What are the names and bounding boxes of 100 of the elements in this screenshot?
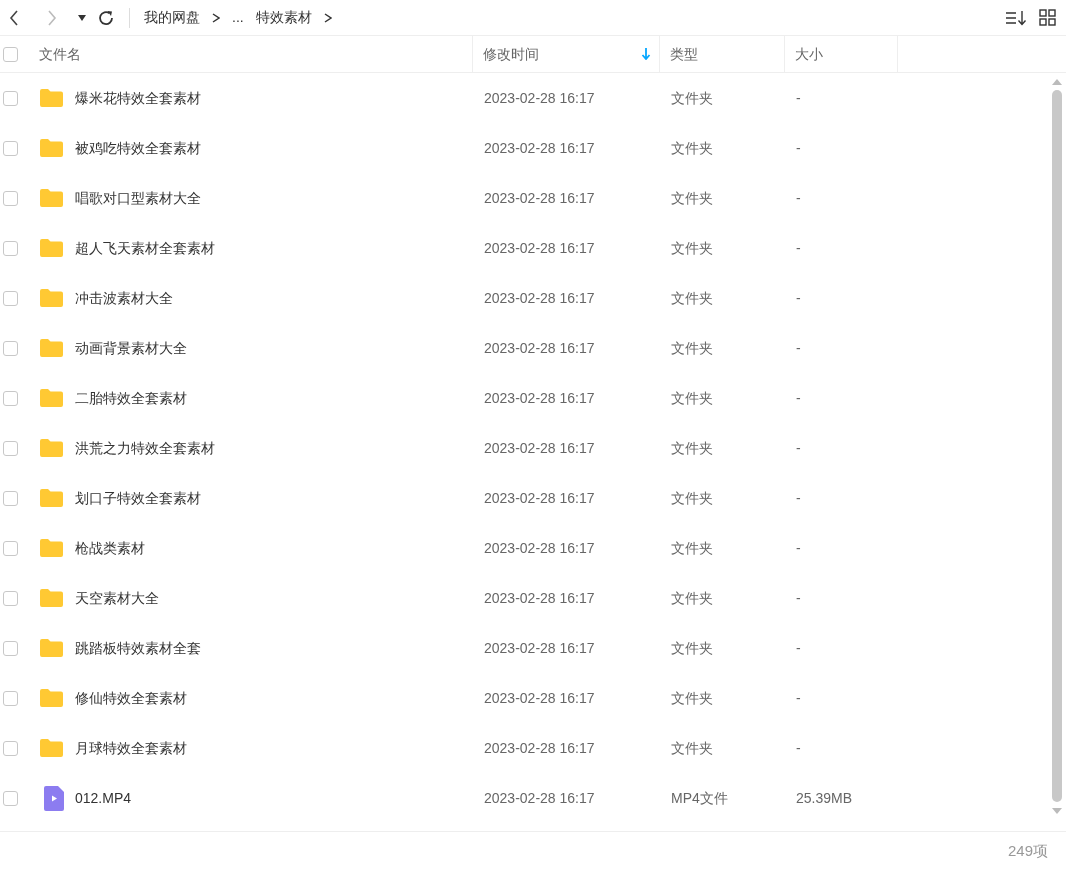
file-name[interactable]: 被鸡吃特效全套素材 [75, 137, 201, 159]
chevron-icon [323, 12, 332, 23]
file-size: - [796, 539, 801, 556]
file-name[interactable]: 枪战类素材 [75, 537, 145, 559]
checkbox[interactable] [3, 740, 18, 756]
file-size: - [796, 139, 801, 156]
file-size: - [796, 389, 801, 406]
file-type: 文件夹 [671, 339, 713, 356]
modified-time: 2023-02-28 16:17 [484, 89, 595, 106]
checkbox[interactable] [3, 190, 18, 206]
file-type: 文件夹 [671, 689, 713, 706]
checkbox[interactable] [3, 590, 18, 606]
checkbox[interactable] [3, 790, 18, 806]
modified-time: 2023-02-28 16:17 [484, 339, 595, 356]
modified-time: 2023-02-28 16:17 [484, 239, 595, 256]
file-name[interactable]: 天空素材大全 [75, 587, 159, 609]
file-name[interactable]: 012.MP4 [75, 787, 132, 809]
modified-time: 2023-02-28 16:17 [484, 389, 595, 406]
file-type: MP4文件 [671, 789, 728, 806]
file-type: 文件夹 [671, 589, 713, 606]
file-size: - [796, 739, 801, 756]
scrollbar-thumb[interactable] [1052, 90, 1062, 802]
file-type: 文件夹 [671, 639, 713, 656]
file-size: - [796, 189, 801, 206]
checkbox[interactable] [3, 90, 18, 106]
checkbox[interactable] [3, 540, 18, 556]
folder-icon [39, 288, 64, 308]
file-size: - [796, 439, 801, 456]
column-header[interactable]: 大小 [785, 35, 898, 73]
checkbox[interactable] [3, 46, 18, 62]
scroll-down-arrow-icon[interactable] [1052, 808, 1062, 814]
checkbox[interactable] [3, 290, 18, 306]
folder-icon [39, 238, 64, 258]
checkbox[interactable] [3, 340, 18, 356]
checkbox[interactable] [3, 440, 18, 456]
file-name[interactable]: 动画背景素材大全 [75, 337, 187, 359]
folder-icon [39, 138, 64, 158]
file-size: - [796, 589, 801, 606]
file-name[interactable]: 洪荒之力特效全套素材 [75, 437, 215, 459]
file-name[interactable]: 划口子特效全套素材 [75, 487, 201, 509]
folder-icon [39, 638, 64, 658]
file-name[interactable]: 冲击波素材大全 [75, 287, 173, 309]
file-size: - [796, 239, 801, 256]
modified-time: 2023-02-28 16:17 [484, 789, 595, 806]
column-header[interactable]: 修改时间 [473, 35, 660, 73]
breadcrumb-link[interactable]: 特效素材 [255, 7, 312, 28]
folder-icon [39, 188, 64, 208]
folder-icon [39, 688, 64, 708]
file-type: 文件夹 [671, 489, 713, 506]
checkbox[interactable] [3, 390, 18, 406]
modified-time: 2023-02-28 16:17 [484, 639, 595, 656]
file-type: 文件夹 [671, 539, 713, 556]
modified-time: 2023-02-28 16:17 [484, 739, 595, 756]
sort-arrow-icon [641, 48, 651, 60]
video-file-icon [44, 785, 64, 811]
file-type: 文件夹 [671, 239, 713, 256]
checkbox[interactable] [3, 490, 18, 506]
modified-time: 2023-02-28 16:17 [484, 289, 595, 306]
modified-time: 2023-02-28 16:17 [484, 189, 595, 206]
folder-icon [39, 538, 64, 558]
scroll-up-arrow-icon[interactable] [1052, 79, 1062, 85]
file-size: - [796, 339, 801, 356]
file-size: - [796, 689, 801, 706]
dropdown-caret-icon[interactable] [78, 14, 86, 21]
file-name[interactable]: 修仙特效全套素材 [75, 687, 187, 709]
item-count: 249项 [1007, 841, 1048, 862]
grid-view-icon[interactable] [1039, 9, 1056, 26]
file-name[interactable]: 月球特效全套素材 [75, 737, 187, 759]
file-size: - [796, 639, 801, 656]
modified-time: 2023-02-28 16:17 [484, 489, 595, 506]
column-header[interactable]: 类型 [660, 35, 785, 73]
checkbox[interactable] [3, 690, 18, 706]
file-type: 文件夹 [671, 389, 713, 406]
folder-icon [39, 438, 64, 458]
file-name[interactable]: 唱歌对口型素材大全 [75, 187, 201, 209]
refresh-icon[interactable] [97, 8, 115, 27]
file-type: 文件夹 [671, 739, 713, 756]
file-type: 文件夹 [671, 189, 713, 206]
file-name[interactable]: 超人飞天素材全套素材 [75, 237, 215, 259]
breadcrumb-link[interactable]: ... [232, 7, 244, 28]
sort-icon[interactable] [1005, 8, 1027, 27]
breadcrumb-link[interactable]: 我的网盘 [144, 7, 200, 28]
modified-time: 2023-02-28 16:17 [484, 439, 595, 456]
checkbox[interactable] [3, 240, 18, 256]
file-size: - [796, 89, 801, 106]
column-header[interactable]: 文件名 [31, 35, 473, 73]
modified-time: 2023-02-28 16:17 [484, 689, 595, 706]
modified-time: 2023-02-28 16:17 [484, 589, 595, 606]
file-size: - [796, 489, 801, 506]
modified-time: 2023-02-28 16:17 [484, 139, 595, 156]
checkbox[interactable] [3, 140, 18, 156]
folder-icon [39, 388, 64, 408]
folder-icon [39, 738, 64, 758]
folder-icon [39, 338, 64, 358]
file-type: 文件夹 [671, 439, 713, 456]
folder-icon [39, 588, 64, 608]
file-name[interactable]: 二胎特效全套素材 [75, 387, 187, 409]
file-name[interactable]: 跳踏板特效素材全套 [75, 637, 201, 659]
checkbox[interactable] [3, 640, 18, 656]
file-name[interactable]: 爆米花特效全套素材 [75, 87, 201, 109]
